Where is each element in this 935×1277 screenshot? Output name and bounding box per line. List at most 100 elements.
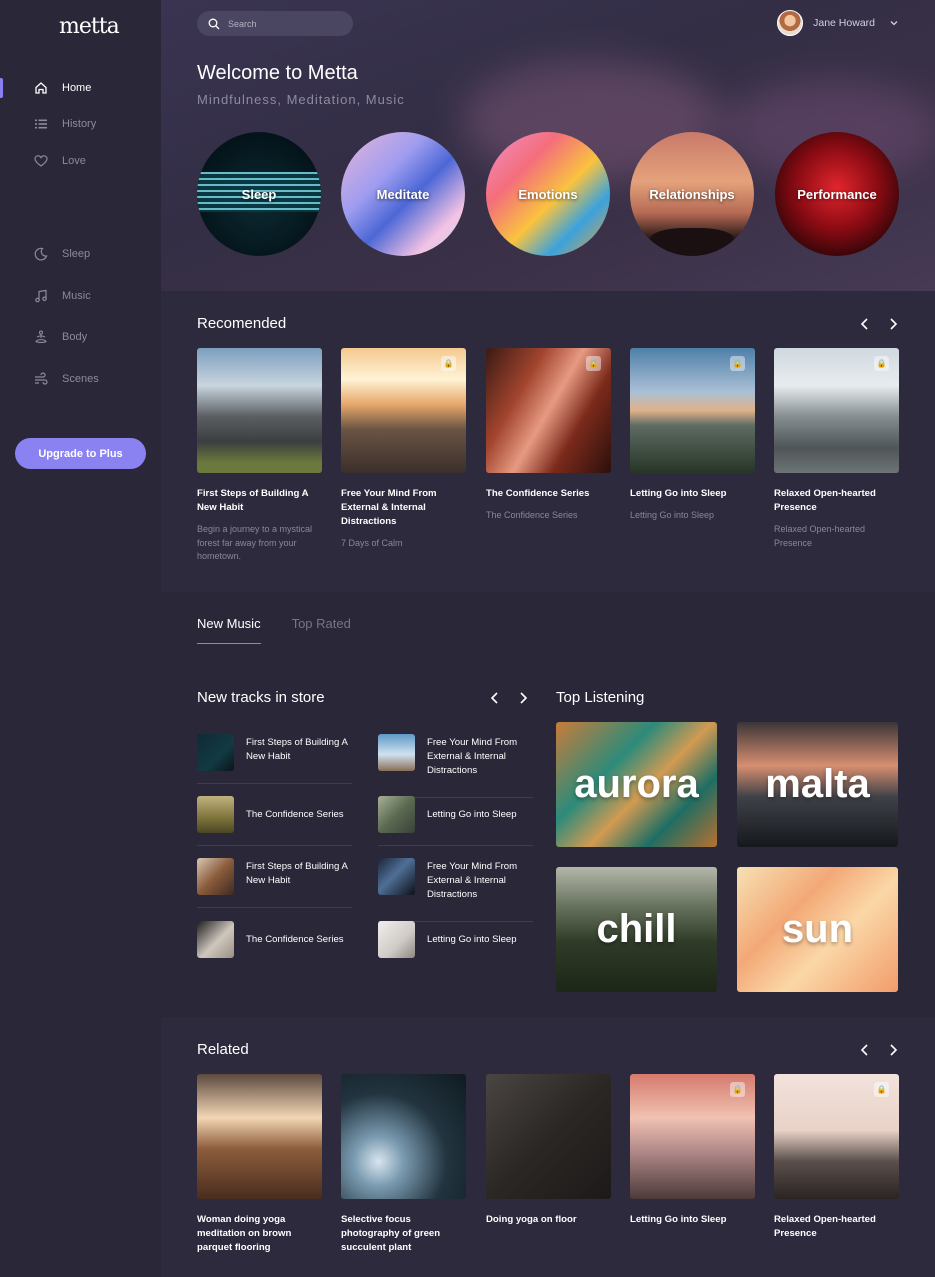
- card-image: [341, 1074, 466, 1199]
- top-tile-sun[interactable]: sun: [737, 867, 898, 992]
- chevron-right-icon[interactable]: [887, 1043, 899, 1057]
- search-placeholder: Search: [228, 18, 257, 29]
- lock-icon: 🔒: [441, 356, 456, 371]
- section-title: Top Listening: [556, 689, 645, 706]
- card-title: Selective focus photography of green suc…: [341, 1214, 441, 1253]
- card-image: [197, 348, 322, 473]
- chevron-right-icon[interactable]: [887, 317, 899, 331]
- sidebar-item-love[interactable]: Love: [34, 151, 86, 171]
- category-meditate[interactable]: Meditate: [341, 132, 465, 256]
- track-thumbnail: [197, 858, 234, 895]
- track-item[interactable]: The Confidence Series: [197, 921, 355, 983]
- list-icon: [35, 119, 47, 129]
- related-card[interactable]: Doing yoga on floor: [486, 1074, 611, 1227]
- top-tile-aurora[interactable]: aurora: [556, 722, 717, 847]
- tab-top-rated[interactable]: Top Rated: [292, 616, 351, 644]
- sidebar-item-label: History: [62, 118, 97, 130]
- sidebar: metta Home History Love Sleep Music Body…: [0, 0, 161, 1277]
- card-title: The Confidence Series: [486, 488, 590, 499]
- user-name: Jane Howard: [813, 17, 875, 29]
- user-menu[interactable]: Jane Howard: [777, 10, 899, 36]
- sidebar-item-label: Music: [62, 290, 91, 302]
- chevron-right-icon[interactable]: [517, 691, 529, 705]
- track-item[interactable]: Free Your Mind From External & Internal …: [378, 858, 536, 920]
- track-item[interactable]: Letting Go into Sleep: [378, 796, 536, 858]
- card-image: [197, 1074, 322, 1199]
- track-title: First Steps of Building A New Habit: [246, 861, 348, 886]
- track-thumbnail: [197, 921, 234, 958]
- search-input[interactable]: Search: [197, 11, 353, 36]
- track-title: The Confidence Series: [246, 809, 344, 820]
- card-title: First Steps of Building A New Habit: [197, 488, 309, 513]
- track-item[interactable]: Letting Go into Sleep: [378, 921, 536, 983]
- recommended-card[interactable]: First Steps of Building A New Habit Begi…: [197, 348, 322, 564]
- track-title: Letting Go into Sleep: [427, 809, 517, 820]
- hero-section: Search Jane Howard Welcome to Metta Mind…: [161, 0, 935, 291]
- sidebar-item-home[interactable]: Home: [34, 78, 91, 98]
- lock-icon: 🔒: [730, 356, 745, 371]
- meditation-body-icon: [35, 330, 47, 344]
- card-image: 🔒: [774, 348, 899, 473]
- track-title: Free Your Mind From External & Internal …: [427, 737, 518, 776]
- card-desc: The Confidence Series: [486, 510, 578, 520]
- sidebar-item-body[interactable]: Body: [34, 327, 87, 347]
- home-icon: [35, 82, 47, 94]
- search-icon: [208, 18, 220, 29]
- sidebar-item-label: Body: [62, 331, 88, 343]
- divider: [197, 907, 352, 908]
- category-sleep[interactable]: Sleep: [197, 132, 321, 256]
- track-item[interactable]: First Steps of Building A New Habit: [197, 734, 355, 796]
- section-title: Recomended: [197, 315, 287, 332]
- recommended-card[interactable]: 🔒 Relaxed Open-hearted Presence Relaxed …: [774, 348, 899, 550]
- related-section: Related Woman doing yoga meditation on b…: [161, 1017, 935, 1277]
- card-image: 🔒: [774, 1074, 899, 1199]
- sidebar-item-sleep[interactable]: Sleep: [34, 244, 90, 264]
- track-item[interactable]: First Steps of Building A New Habit: [197, 858, 355, 920]
- app-logo[interactable]: metta: [59, 14, 120, 39]
- tab-new-music[interactable]: New Music: [197, 616, 261, 644]
- sidebar-item-history[interactable]: History: [34, 114, 96, 134]
- carousel-arrows: [859, 1043, 899, 1057]
- category-relationships[interactable]: Relationships: [630, 132, 754, 256]
- heart-icon: [34, 155, 48, 167]
- category-label: Performance: [797, 186, 877, 202]
- recommended-card[interactable]: 🔒 Letting Go into Sleep Letting Go into …: [630, 348, 755, 523]
- track-thumbnail: [378, 796, 415, 833]
- upgrade-button[interactable]: Upgrade to Plus: [15, 438, 146, 469]
- card-title: Woman doing yoga meditation on brown par…: [197, 1214, 292, 1253]
- chevron-left-icon[interactable]: [489, 691, 501, 705]
- category-label: Relationships: [649, 186, 735, 202]
- related-card[interactable]: 🔒 Letting Go into Sleep: [630, 1074, 755, 1227]
- card-title: Letting Go into Sleep: [630, 488, 727, 499]
- moon-icon: [34, 247, 48, 261]
- lock-icon: 🔒: [874, 1082, 889, 1097]
- avatar: [777, 10, 804, 36]
- recommended-card[interactable]: 🔒 Free Your Mind From External & Interna…: [341, 348, 466, 551]
- card-image: 🔒: [341, 348, 466, 473]
- sidebar-item-scenes[interactable]: Scenes: [34, 369, 99, 389]
- track-thumbnail: [197, 796, 234, 833]
- card-desc: Begin a journey to a mystical forest far…: [197, 524, 313, 561]
- card-image: [486, 1074, 611, 1199]
- chevron-left-icon[interactable]: [859, 317, 871, 331]
- top-tile-chill[interactable]: chill: [556, 867, 717, 992]
- page-subtitle: Mindfulness, Meditation, Music: [197, 92, 405, 107]
- sidebar-item-music[interactable]: Music: [34, 286, 91, 306]
- related-card[interactable]: Woman doing yoga meditation on brown par…: [197, 1074, 322, 1255]
- divider: [197, 845, 352, 846]
- lock-icon: 🔒: [586, 356, 601, 371]
- card-image: 🔒: [486, 348, 611, 473]
- chevron-left-icon[interactable]: [859, 1043, 871, 1057]
- recommended-card[interactable]: 🔒 The Confidence Series The Confidence S…: [486, 348, 611, 523]
- related-card[interactable]: Selective focus photography of green suc…: [341, 1074, 466, 1255]
- track-item[interactable]: The Confidence Series: [197, 796, 355, 858]
- track-title: Free Your Mind From External & Internal …: [427, 861, 518, 900]
- category-performance[interactable]: Performance: [775, 132, 899, 256]
- top-tile-malta[interactable]: malta: [737, 722, 898, 847]
- track-item[interactable]: Free Your Mind From External & Internal …: [378, 734, 536, 796]
- track-thumbnail: [378, 921, 415, 958]
- music-tabs: New Music Top Rated: [197, 616, 351, 644]
- related-card[interactable]: 🔒 Relaxed Open-hearted Presence: [774, 1074, 899, 1241]
- category-emotions[interactable]: Emotions: [486, 132, 610, 256]
- carousel-arrows: [489, 691, 529, 705]
